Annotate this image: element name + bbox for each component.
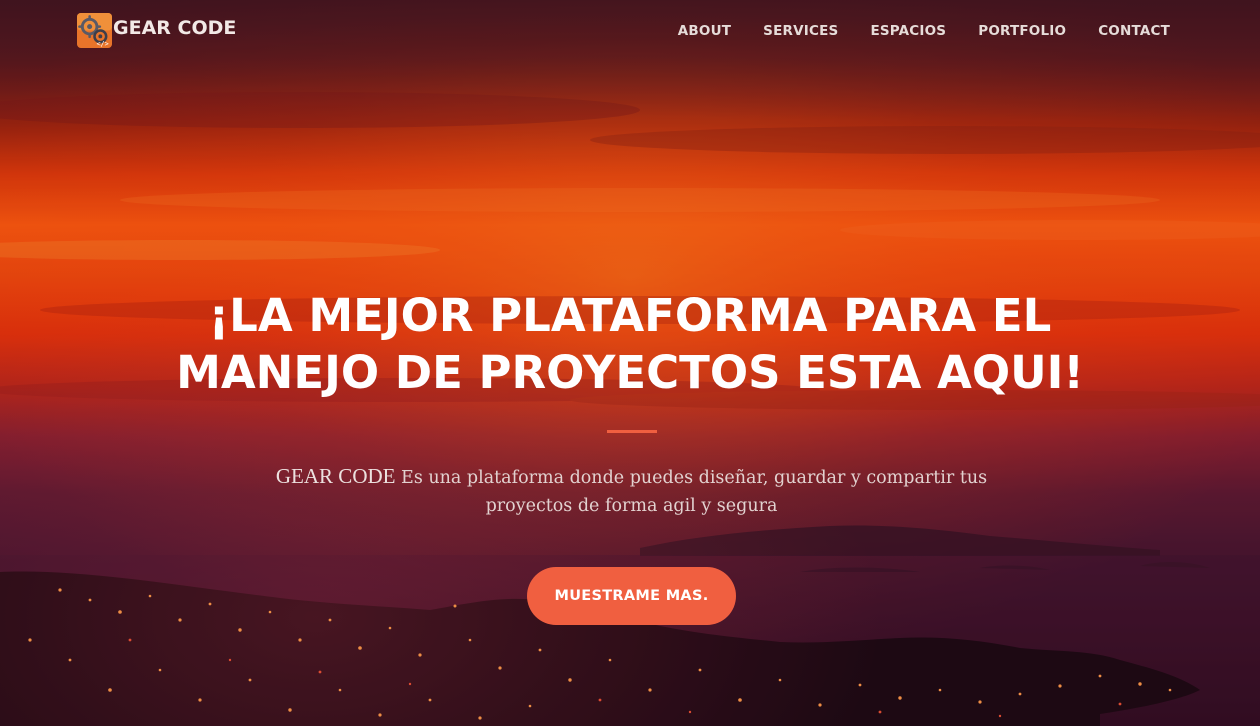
hero-section: </> GEAR CODE ABOUT SERVICES ESPACIOS PO… xyxy=(0,0,1260,726)
hero-tagline: GEAR CODE Es una plataforma donde puedes… xyxy=(230,462,1033,520)
nav-link-contact[interactable]: CONTACT xyxy=(1098,20,1170,42)
nav-link-espacios[interactable]: ESPACIOS xyxy=(870,20,946,42)
top-navbar: </> GEAR CODE ABOUT SERVICES ESPACIOS PO… xyxy=(0,0,1260,62)
brand-name: GEAR CODE xyxy=(113,16,237,39)
nav-item-espacios: ESPACIOS xyxy=(870,20,946,42)
nav-item-about: ABOUT xyxy=(678,20,731,42)
nav-item-contact: CONTACT xyxy=(1098,20,1170,42)
nav-item-portfolio: PORTFOLIO xyxy=(978,20,1066,42)
nav-menu: ABOUT SERVICES ESPACIOS PORTFOLIO CONTAC… xyxy=(646,20,1170,42)
nav-link-services[interactable]: SERVICES xyxy=(763,20,838,42)
hero-headline-line2: MANEJO DE PROYECTOS ESTA AQUI! xyxy=(176,346,1084,399)
nav-link-portfolio[interactable]: PORTFOLIO xyxy=(978,20,1066,42)
gear-code-logo-icon: </> xyxy=(77,12,112,48)
tagline-brand: GEAR CODE xyxy=(275,464,396,488)
hero-headline: ¡LA MEJOR PLATAFORMA PARA EL MANEJO DE P… xyxy=(130,287,1130,401)
nav-item-services: SERVICES xyxy=(763,20,838,42)
tagline-text: Es una plataforma donde puedes diseñar, … xyxy=(395,468,988,516)
hero-headline-line1: ¡LA MEJOR PLATAFORMA PARA EL xyxy=(208,289,1052,342)
svg-text:</>: </> xyxy=(96,40,108,48)
headline-divider xyxy=(607,430,657,433)
muestrame-mas-button[interactable]: MUESTRAME MAS. xyxy=(527,567,736,625)
nav-link-about[interactable]: ABOUT xyxy=(678,20,731,42)
brand-link[interactable]: </> GEAR CODE xyxy=(77,12,236,48)
